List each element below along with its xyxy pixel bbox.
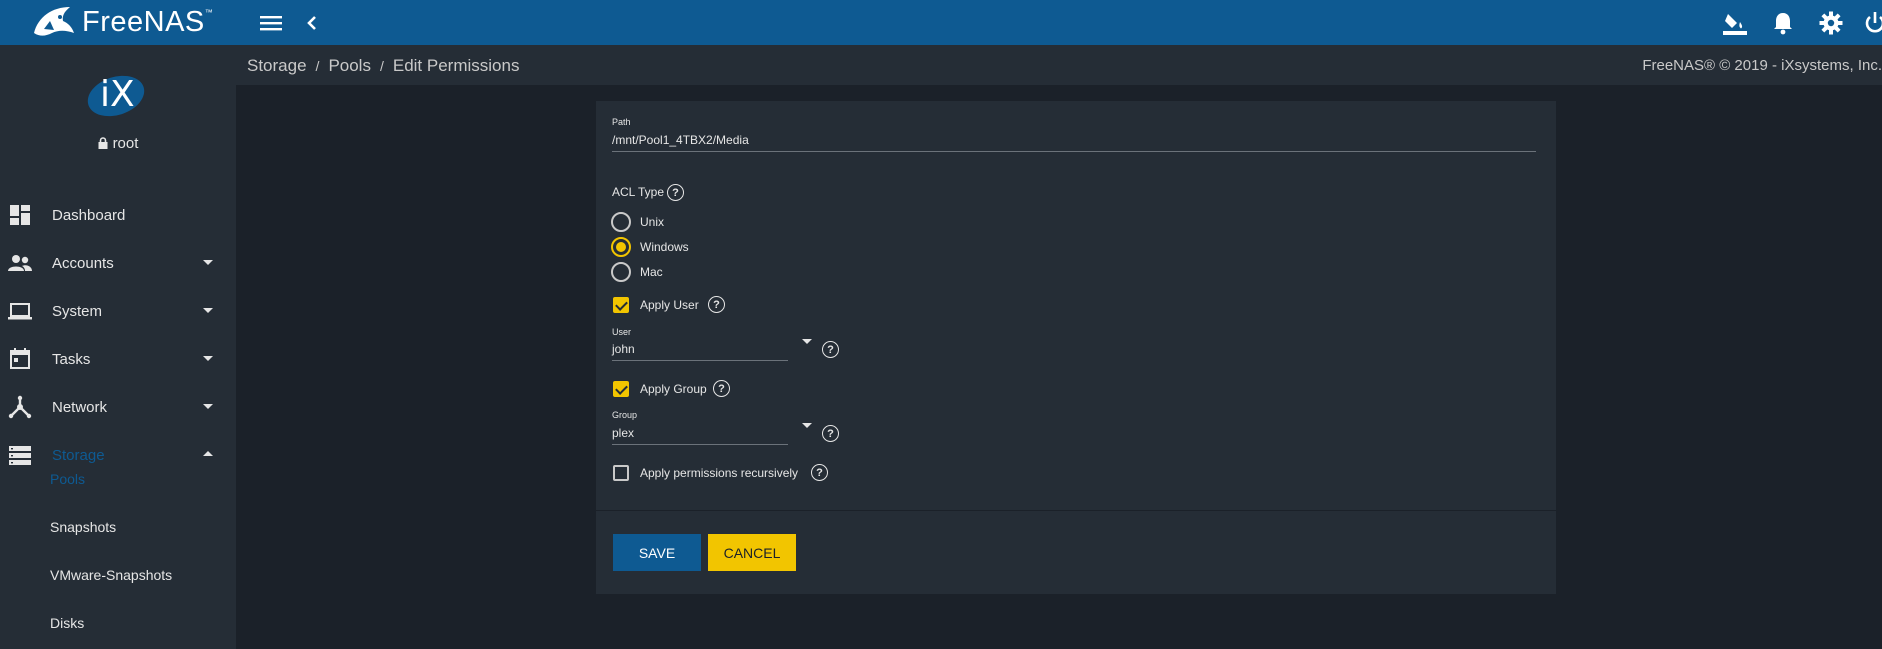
apply-group-help-icon[interactable]: ? <box>713 380 730 397</box>
sidebar: iX root Dashboard Accounts System Tasks <box>0 45 236 649</box>
acl-radio-windows[interactable] <box>611 237 631 257</box>
copyright[interactable]: FreeNAS® © 2019 - iXsystems, Inc. <box>1642 57 1882 74</box>
path-field[interactable]: /mnt/Pool1_4TBX2/Media <box>612 133 749 147</box>
sidebar-item-tasks[interactable]: Tasks <box>0 335 236 383</box>
acl-type-label: ACL Type <box>612 185 665 199</box>
acl-radio-unix[interactable] <box>611 212 631 232</box>
edit-permissions-card: Path /mnt/Pool1_4TBX2/Media ACL Type ? U… <box>596 101 1556 594</box>
apply-recursive-help-icon[interactable]: ? <box>811 464 828 481</box>
group-select[interactable]: plex <box>612 426 634 440</box>
sidebar-subitem-vmware-snapshots[interactable]: VMware-Snapshots <box>50 567 172 583</box>
breadcrumb-separator: / <box>315 58 320 74</box>
acl-radio-mac[interactable] <box>611 262 631 282</box>
breadcrumb-edit-permissions: Edit Permissions <box>392 56 520 75</box>
user-dropdown-arrow-icon[interactable] <box>802 339 812 344</box>
chevron-down-icon <box>203 308 213 313</box>
breadcrumb-separator: / <box>379 58 384 74</box>
sidebar-item-system[interactable]: System <box>0 287 236 335</box>
laptop-icon <box>8 299 32 323</box>
apply-user-label: Apply User <box>640 298 699 312</box>
acl-type-help-icon[interactable]: ? <box>667 184 684 201</box>
group-underline <box>612 444 788 445</box>
sidebar-item-label: System <box>52 302 103 320</box>
sidebar-subitem-pools[interactable]: Pools <box>50 471 85 487</box>
sidebar-item-label: Network <box>52 398 108 416</box>
user-underline <box>612 360 788 361</box>
apply-recursive-label: Apply permissions recursively <box>640 466 799 480</box>
cancel-button[interactable]: CANCEL <box>708 534 796 571</box>
apply-group-checkbox[interactable] <box>613 381 629 397</box>
group-label: Group <box>612 410 638 420</box>
app-trademark: ™ <box>204 8 213 17</box>
sidebar-subitem-disks[interactable]: Disks <box>50 615 84 631</box>
apply-recursive-checkbox[interactable] <box>613 465 629 481</box>
group-dropdown-arrow-icon[interactable] <box>802 423 812 428</box>
network-icon <box>8 395 32 419</box>
acl-option-mac-label: Mac <box>640 265 663 279</box>
sidebar-subitem-snapshots[interactable]: Snapshots <box>50 519 116 535</box>
acl-option-windows-label: Windows <box>640 240 689 254</box>
acl-option-unix-label: Unix <box>640 215 665 229</box>
chevron-up-icon <box>203 451 213 456</box>
chevron-down-icon <box>203 260 213 265</box>
card-divider <box>596 510 1556 511</box>
chevron-down-icon <box>203 356 213 361</box>
user-help-icon[interactable]: ? <box>822 341 839 358</box>
path-label: Path <box>612 117 631 127</box>
breadcrumb-storage[interactable]: Storage <box>247 56 307 75</box>
lock-icon <box>98 136 108 153</box>
top-toolbar: FreeNAS ™ <box>0 0 1882 45</box>
dashboard-icon <box>8 203 32 227</box>
app-name: FreeNAS <box>82 6 205 38</box>
user-select[interactable]: john <box>612 342 635 356</box>
path-underline <box>612 151 1536 152</box>
freenas-logo[interactable]: FreeNAS ™ <box>30 0 213 45</box>
apply-user-checkbox[interactable] <box>613 297 629 313</box>
storage-icon <box>8 443 32 467</box>
ix-logo-text: iX <box>100 74 135 115</box>
breadcrumb: Storage / Pools / Edit Permissions <box>247 56 519 76</box>
notification-bell-icon[interactable] <box>1770 10 1796 36</box>
sidebar-item-label: Tasks <box>52 350 91 368</box>
breadcrumb-bar: Storage / Pools / Edit Permissions FreeNAS® … <box>236 45 1882 86</box>
power-icon[interactable] <box>1862 10 1882 36</box>
sidebar-item-label: Dashboard <box>52 206 126 224</box>
sidebar-item-label: Accounts <box>52 254 114 272</box>
theme-paint-bucket-icon[interactable] <box>1722 10 1748 36</box>
apply-group-label: Apply Group <box>640 382 707 396</box>
save-button[interactable]: SAVE <box>613 534 701 571</box>
chevron-down-icon <box>203 404 213 409</box>
sidebar-item-accounts[interactable]: Accounts <box>0 239 236 287</box>
accounts-icon <box>8 251 32 275</box>
apply-user-help-icon[interactable]: ? <box>708 296 725 313</box>
group-help-icon[interactable]: ? <box>822 425 839 442</box>
user-label: User <box>612 327 632 337</box>
sidebar-item-network[interactable]: Network <box>0 383 236 431</box>
settings-gear-icon[interactable] <box>1818 10 1844 36</box>
ix-logo: iX <box>85 70 147 127</box>
username: root <box>112 135 139 152</box>
sidebar-item-label: Storage <box>52 446 105 464</box>
calendar-icon <box>8 347 32 371</box>
breadcrumb-pools[interactable]: Pools <box>328 56 371 75</box>
hamburger-menu-icon[interactable] <box>258 10 284 36</box>
current-user: root <box>0 135 236 153</box>
back-chevron-icon[interactable] <box>299 10 325 36</box>
sidebar-item-storage[interactable]: Storage <box>0 431 236 479</box>
freenas-shark-icon <box>34 6 74 36</box>
sidebar-item-dashboard[interactable]: Dashboard <box>0 191 236 239</box>
